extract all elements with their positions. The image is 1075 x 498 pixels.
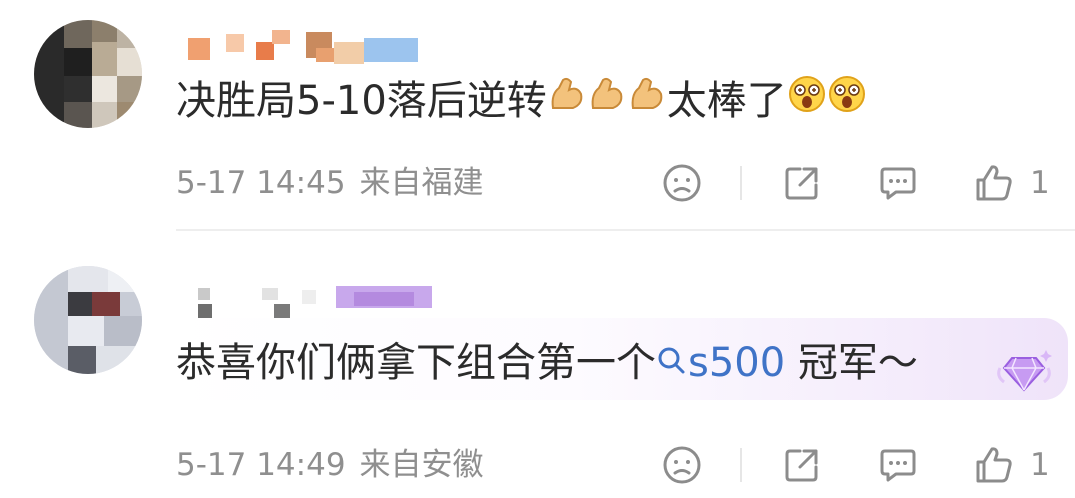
sad-face-icon — [663, 164, 701, 202]
timestamp: 5-17 14:49 — [176, 447, 346, 483]
share-icon — [785, 449, 818, 482]
comment-text-2: 冠军～ — [785, 340, 918, 386]
thumbs-up-icon — [976, 165, 1012, 201]
wow-face-icon — [787, 74, 827, 126]
flexed-biceps-icon — [547, 74, 587, 126]
vip-diamond-badge-icon — [994, 346, 1054, 396]
comment-icon — [880, 449, 916, 482]
avatar[interactable] — [34, 266, 142, 374]
comment-meta: 5-17 14:49 来自安徽 — [176, 445, 498, 485]
divider — [740, 166, 742, 200]
like-count: 1 — [1030, 447, 1050, 483]
like-count: 1 — [1030, 165, 1050, 201]
comment-text: 恭喜你们俩拿下组合第一个 — [176, 340, 656, 386]
thumbs-up-icon — [976, 447, 1012, 483]
comment-divider — [176, 229, 1075, 231]
share-button[interactable] — [780, 443, 824, 487]
avatar[interactable] — [34, 20, 142, 128]
topic-link[interactable]: s500 — [656, 340, 785, 386]
like-button[interactable] — [972, 443, 1016, 487]
wow-face-icon — [827, 74, 867, 126]
username-blurred[interactable] — [176, 24, 436, 64]
location: 来自安徽 — [359, 447, 484, 483]
comment-meta: 5-17 14:45 来自福建 — [176, 163, 498, 203]
comment-content: 决胜局5-10落后逆转 太棒了 — [176, 76, 867, 126]
flexed-biceps-icon — [587, 74, 627, 126]
like-button[interactable] — [972, 161, 1016, 205]
comment-content: 恭喜你们俩拿下组合第一个 s500 冠军～ — [176, 338, 918, 388]
dislike-button[interactable] — [660, 161, 704, 205]
dislike-button[interactable] — [660, 443, 704, 487]
search-icon — [656, 337, 686, 387]
share-button[interactable] — [780, 161, 824, 205]
comment-item: 恭喜你们俩拿下组合第一个 s500 冠军～ 5-17 14:49 来自安徽 1 — [0, 232, 1075, 498]
username-blurred[interactable] — [176, 282, 436, 322]
reply-button[interactable] — [876, 443, 920, 487]
location: 来自福建 — [359, 165, 484, 201]
flexed-biceps-icon — [627, 74, 667, 126]
share-icon — [785, 167, 818, 200]
sad-face-icon — [663, 446, 701, 484]
comment-icon — [880, 167, 916, 200]
timestamp: 5-17 14:45 — [176, 165, 346, 201]
reply-button[interactable] — [876, 161, 920, 205]
comment-text-2: 太棒了 — [666, 78, 787, 124]
divider — [740, 448, 742, 482]
comment-item: 决胜局5-10落后逆转 太棒了 5-17 14:45 来自福建 1 — [0, 0, 1075, 232]
topic-link-text: s500 — [688, 340, 786, 386]
comment-text: 决胜局5-10落后逆转 — [176, 78, 547, 124]
